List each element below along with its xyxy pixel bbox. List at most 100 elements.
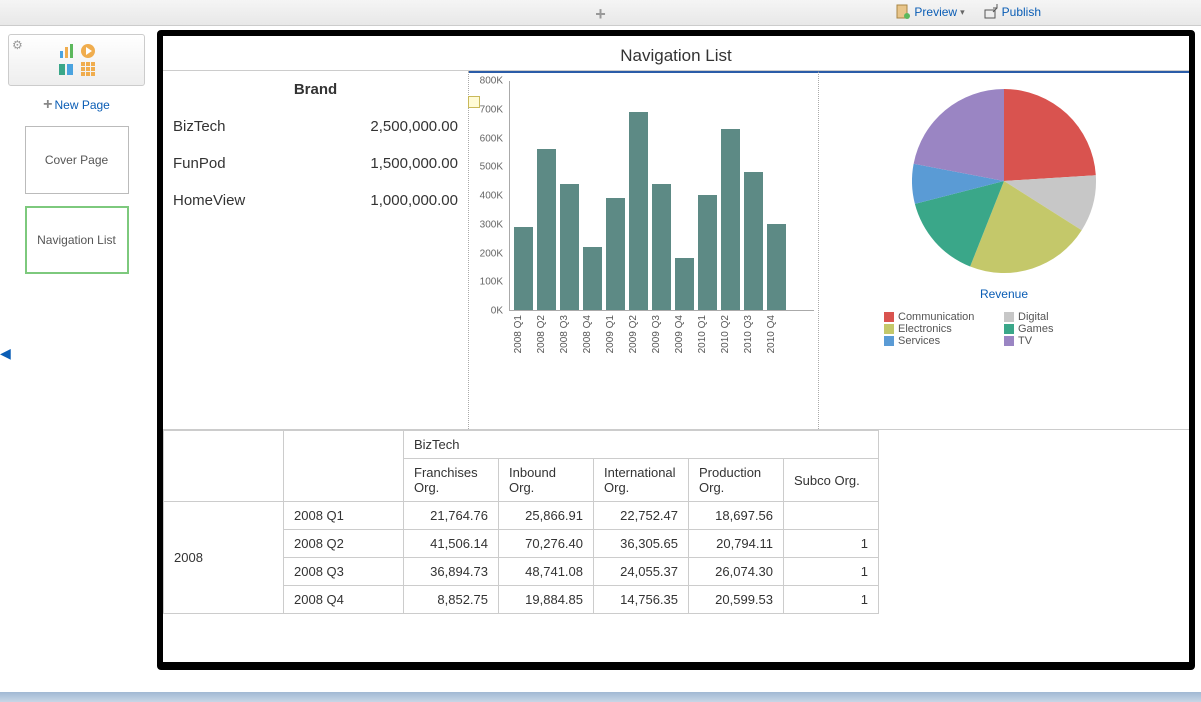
sidebar: ⚙ + New Page Cover Page Navigation List	[0, 26, 153, 702]
dashboard-canvas[interactable]: Navigation List Brand BizTech2,500,000.0…	[157, 30, 1195, 670]
pie-chart[interactable]: Revenue Communication Digital Electronics G…	[819, 71, 1189, 429]
bar	[652, 184, 671, 311]
preview-button[interactable]: Preview ▾	[895, 4, 964, 20]
play-icon[interactable]	[80, 43, 96, 59]
legend-item: Services	[884, 335, 1004, 347]
legend-swatch	[1004, 336, 1014, 346]
x-label: 2010 Q3	[743, 315, 762, 353]
legend-item: Games	[1004, 323, 1124, 335]
x-label: 2008 Q2	[536, 315, 555, 353]
pivot-col-header: Franchises Org.	[404, 459, 499, 502]
bar	[583, 247, 602, 310]
pivot-cell: 8,852.75	[404, 586, 499, 614]
top-toolbar: + Preview ▾ Publish	[0, 0, 1201, 26]
pivot-cell: 41,506.14	[404, 530, 499, 558]
legend-label: Communication	[898, 311, 974, 323]
page-title: Navigation List	[163, 36, 1189, 70]
pivot-cell: 19,884.85	[499, 586, 594, 614]
bar	[675, 258, 694, 310]
x-label: 2009 Q2	[628, 315, 647, 353]
pie-legend: Communication Digital Electronics Games Serv…	[884, 311, 1124, 347]
legend-item: Communication	[884, 311, 1004, 323]
pivot-col-header: Subco Org.	[784, 459, 879, 502]
x-label: 2010 Q1	[697, 315, 716, 353]
pivot-cell: 36,894.73	[404, 558, 499, 586]
pivot-cell: 14,756.35	[594, 586, 689, 614]
brand-header: Brand	[163, 71, 468, 108]
thumb-label: Cover Page	[45, 153, 108, 167]
resize-handle-icon[interactable]	[468, 96, 480, 108]
pie-title: Revenue	[980, 287, 1028, 301]
publish-button[interactable]: Publish	[983, 4, 1041, 20]
legend-label: Digital	[1018, 311, 1049, 323]
bar	[514, 227, 533, 310]
component-palette[interactable]: ⚙	[8, 34, 145, 86]
bar	[767, 224, 786, 310]
x-label: 2008 Q4	[582, 315, 601, 353]
legend-label: Electronics	[898, 323, 952, 335]
sidebar-collapse-icon[interactable]: ◀	[0, 345, 12, 363]
pivot-cell: 48,741.08	[499, 558, 594, 586]
bar	[560, 184, 579, 311]
publish-label: Publish	[1002, 5, 1041, 19]
page-thumb-navigation[interactable]: Navigation List	[25, 206, 129, 274]
table-row: 20082008 Q121,764.7625,866.9122,752.4718…	[164, 502, 879, 530]
new-page-label: New Page	[54, 98, 109, 112]
bar-chart[interactable]: 0K100K200K300K400K500K600K700K800K 2008 …	[469, 71, 819, 429]
bar	[629, 112, 648, 310]
legend-swatch	[1004, 312, 1014, 322]
legend-item: TV	[1004, 335, 1124, 347]
bar	[698, 195, 717, 310]
pivot-table[interactable]: BizTech Franchises Org.Inbound Org.Inter…	[163, 429, 1189, 614]
book-icon[interactable]	[58, 61, 74, 77]
pivot-col-header: Inbound Org.	[499, 459, 594, 502]
pivot-cell: 24,055.37	[594, 558, 689, 586]
bar	[744, 172, 763, 310]
new-page-button[interactable]: + New Page	[43, 96, 110, 114]
bar	[537, 149, 556, 310]
pivot-cell: 20,599.53	[689, 586, 784, 614]
pivot-cell: 1	[784, 558, 879, 586]
add-page-icon[interactable]: +	[595, 4, 606, 25]
brand-table[interactable]: Brand BizTech2,500,000.00 FunPod1,500,00…	[163, 71, 469, 429]
pivot-quarter: 2008 Q2	[284, 530, 404, 558]
pivot-cell	[784, 502, 879, 530]
pivot-cell: 26,074.30	[689, 558, 784, 586]
chevron-down-icon: ▾	[960, 7, 965, 18]
x-label: 2008 Q3	[559, 315, 578, 353]
pie-slice	[1004, 89, 1096, 181]
bar	[721, 129, 740, 310]
pivot-cell: 21,764.76	[404, 502, 499, 530]
pivot-quarter: 2008 Q4	[284, 586, 404, 614]
table-row: BizTech2,500,000.00	[163, 108, 468, 145]
thumb-label: Navigation List	[37, 233, 116, 247]
x-label: 2010 Q4	[766, 315, 785, 353]
table-row: HomeView1,000,000.00	[163, 182, 468, 219]
legend-label: Services	[898, 335, 940, 347]
page-thumb-cover[interactable]: Cover Page	[25, 126, 129, 194]
bar-chart-icon[interactable]	[58, 43, 74, 59]
grid-icon[interactable]	[80, 61, 96, 77]
pivot-cell: 36,305.65	[594, 530, 689, 558]
gear-icon[interactable]: ⚙	[12, 38, 23, 52]
pie-svg	[904, 81, 1104, 281]
legend-swatch	[1004, 324, 1014, 334]
x-label: 2008 Q1	[513, 315, 532, 353]
x-label: 2010 Q2	[720, 315, 739, 353]
pivot-year: 2008	[164, 502, 284, 614]
page-icon	[895, 4, 911, 20]
pivot-cell: 70,276.40	[499, 530, 594, 558]
pivot-cell: 22,752.47	[594, 502, 689, 530]
x-label: 2009 Q3	[651, 315, 670, 353]
legend-swatch	[884, 324, 894, 334]
pivot-col-header: Production Org.	[689, 459, 784, 502]
publish-icon	[983, 4, 999, 20]
bar	[606, 198, 625, 310]
pivot-quarter: 2008 Q3	[284, 558, 404, 586]
legend-label: TV	[1018, 335, 1032, 347]
pivot-cell: 1	[784, 530, 879, 558]
x-label: 2009 Q1	[605, 315, 624, 353]
footer-bar	[0, 692, 1201, 702]
preview-label: Preview	[914, 5, 957, 19]
legend-item: Digital	[1004, 311, 1124, 323]
